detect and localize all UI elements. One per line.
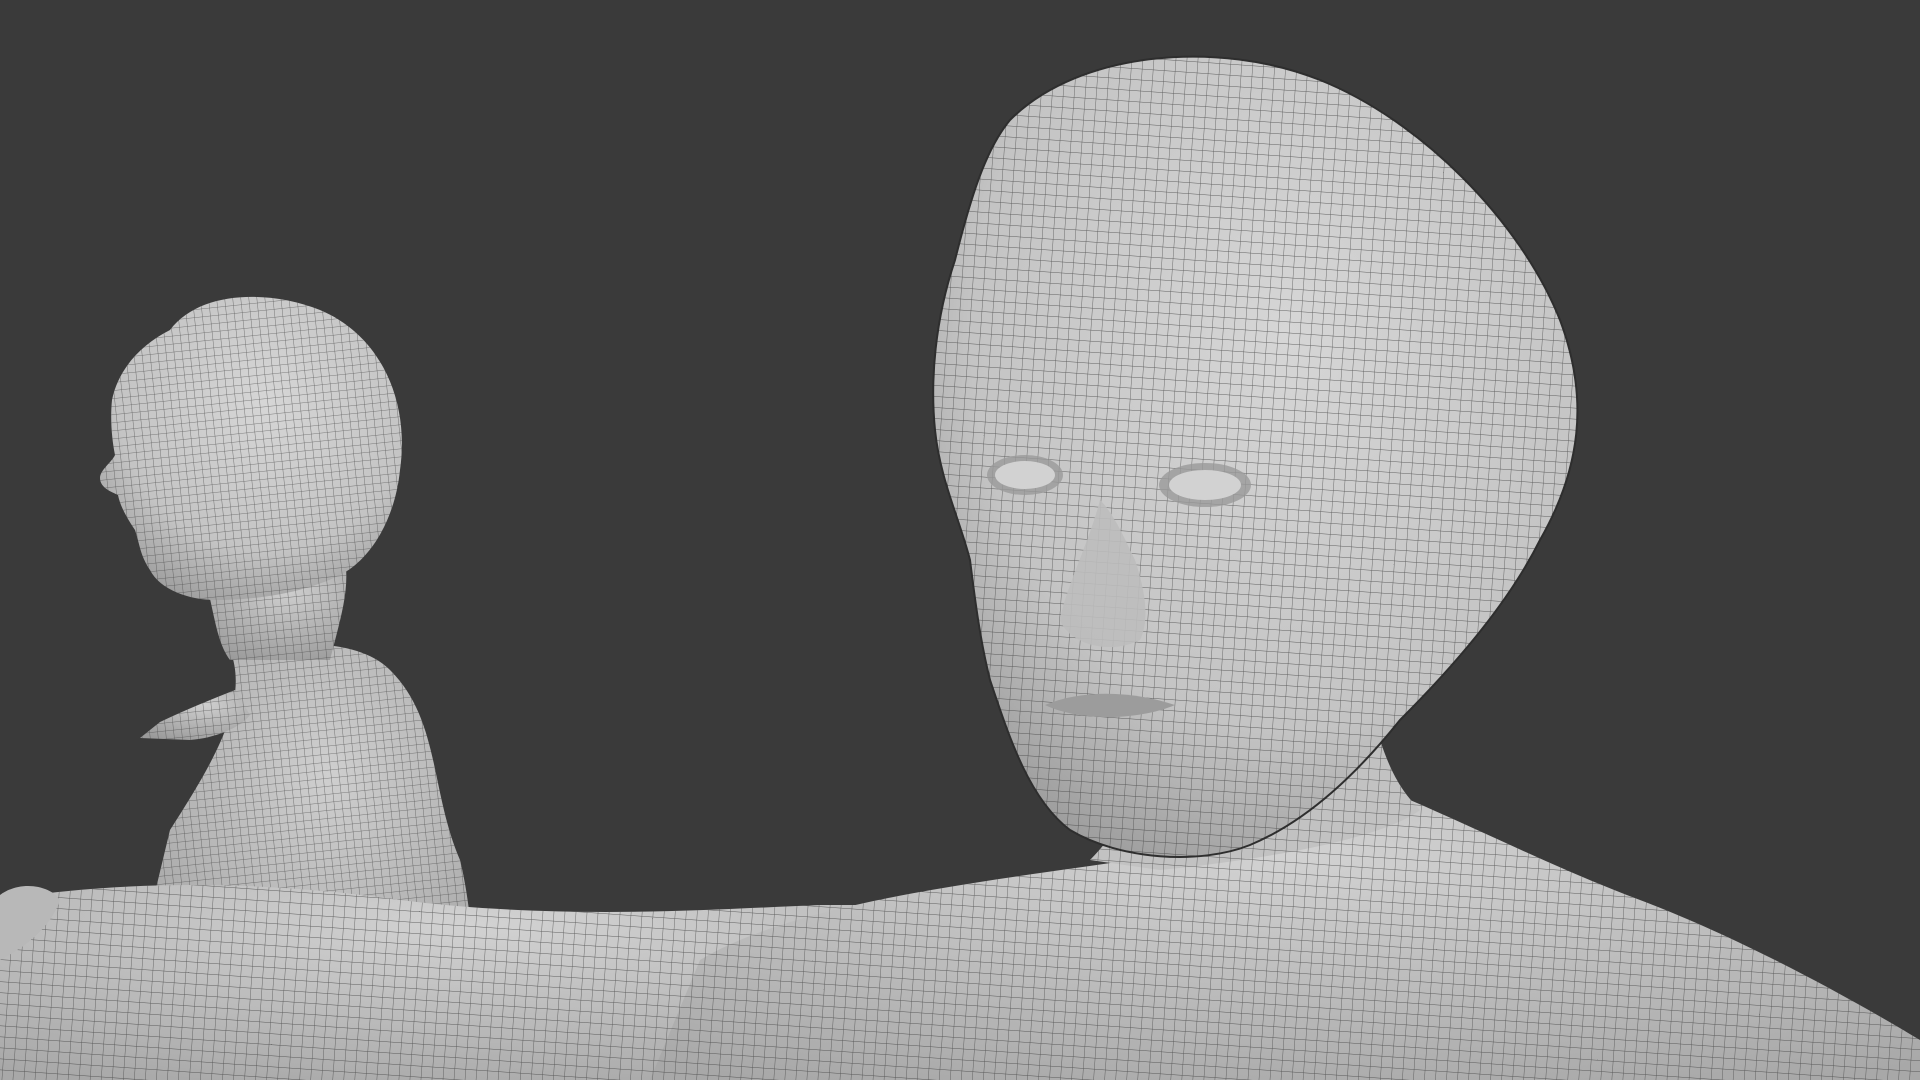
3d-viewport[interactable] bbox=[0, 0, 1920, 1080]
wireframe-render bbox=[0, 0, 1920, 1080]
